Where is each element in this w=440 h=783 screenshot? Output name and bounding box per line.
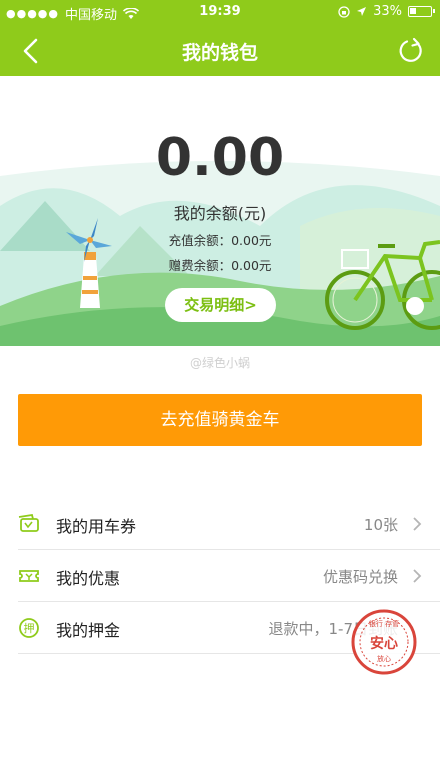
battery-icon	[408, 6, 435, 17]
page-title: 我的钱包	[181, 42, 258, 64]
wallet-hero: 0.00 我的余额(元) 充值余额：0.00元 赠费余额：0.00元 交易明细>	[0, 76, 440, 346]
list-item-label: 我的押金	[56, 621, 121, 640]
balance-amount: 0.00	[155, 128, 285, 188]
battery-percent: 33%	[373, 4, 402, 19]
list-item-ride-tickets[interactable]: 我的用车券 10张	[0, 498, 440, 550]
watermark: @绿色小蜗	[189, 356, 250, 370]
bank-custody-stamp: 银行 存管 安心 放心	[351, 609, 417, 675]
stamp-ring-text: 银行 存管	[369, 619, 399, 628]
status-right: 33%	[338, 4, 435, 19]
recharge-button[interactable]: 去充值骑黄金车	[18, 394, 422, 446]
lock-rotation-icon	[338, 5, 350, 18]
ticket-icon	[18, 513, 39, 532]
chevron-right-icon	[413, 517, 422, 531]
refresh-icon	[399, 37, 422, 62]
coupon-icon	[19, 570, 39, 582]
stamp-small-text: 放心	[377, 654, 391, 663]
list-item-offers[interactable]: 我的优惠 优惠码兑换	[0, 550, 440, 602]
svg-text:押: 押	[24, 621, 35, 635]
list-item-value: 10张	[363, 516, 398, 534]
gift-balance: 赠费余额：0.00元	[168, 258, 272, 273]
list-item-value: 优惠码兑换	[322, 568, 398, 586]
battery-level	[410, 8, 416, 14]
list-item-label: 我的优惠	[56, 569, 121, 588]
refresh-button[interactable]	[394, 34, 430, 68]
recharge-balance: 充值余额：0.00元	[168, 233, 272, 248]
stamp-main-text: 安心	[370, 635, 398, 652]
nav-bar: 我的钱包	[0, 26, 440, 76]
chevron-right-icon	[413, 569, 422, 583]
list-item-label: 我的用车券	[56, 517, 137, 536]
balance-label: 我的余额(元)	[173, 204, 267, 223]
location-icon	[357, 7, 367, 16]
transaction-details-button[interactable]: 交易明细>	[165, 288, 276, 322]
status-bar: ●●●●● 中国移动 19:39 33%	[0, 0, 440, 26]
deposit-icon: 押	[19, 618, 39, 638]
